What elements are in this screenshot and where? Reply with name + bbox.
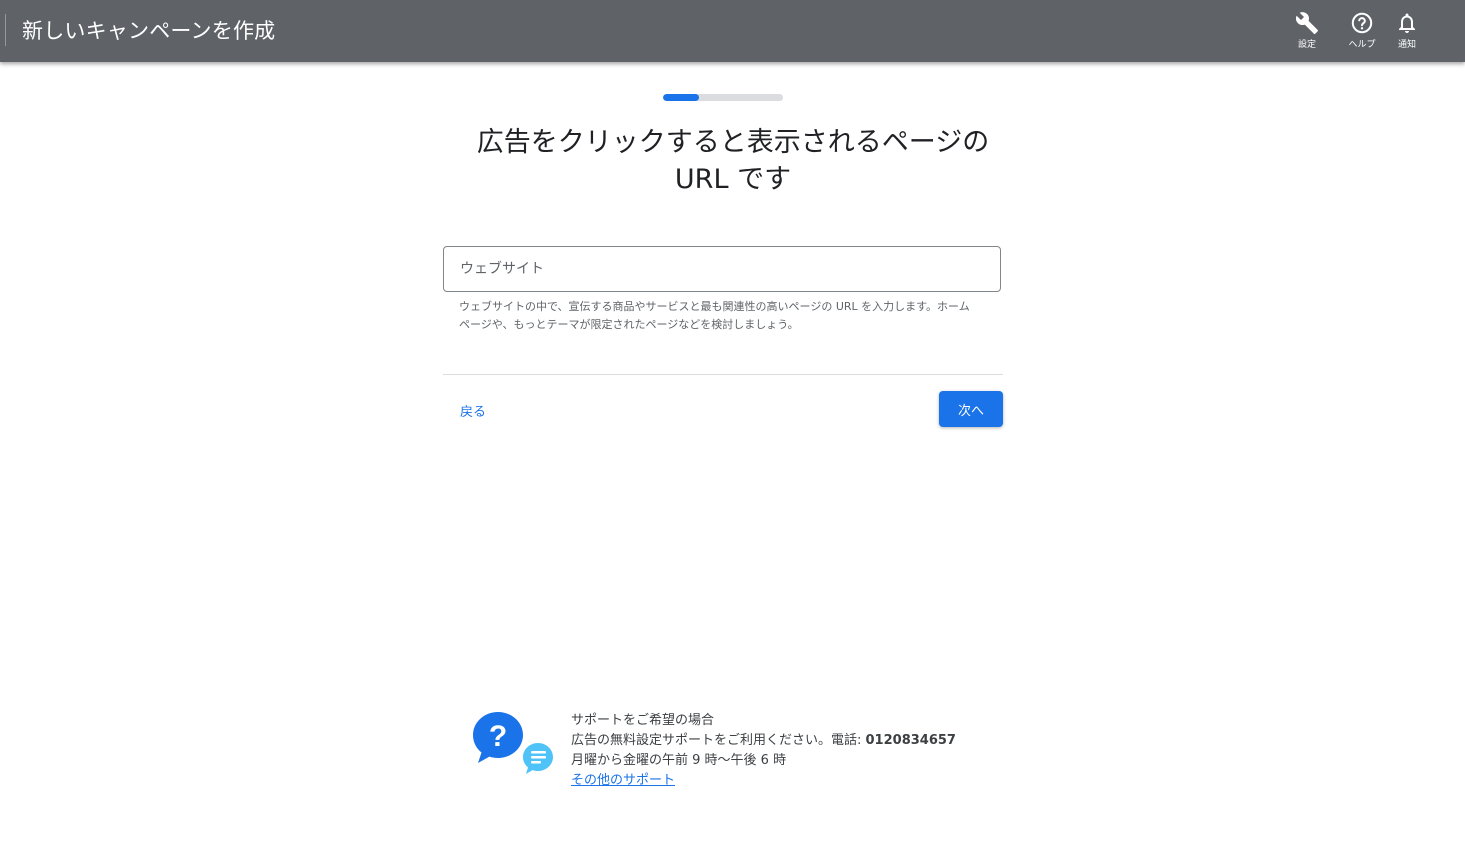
support-phone-number: 0120834657 xyxy=(865,733,956,748)
step-heading: 広告をクリックすると表示されるページの URL です xyxy=(433,124,1033,198)
help-circle-icon xyxy=(1351,12,1373,34)
svg-text:?: ? xyxy=(489,720,507,753)
wrench-icon xyxy=(1295,12,1318,34)
settings-button[interactable]: 設定 xyxy=(1283,10,1331,56)
help-button[interactable]: ヘルプ xyxy=(1338,10,1386,56)
support-hours: 月曜から金曜の午前 9 時～午後 6 時 xyxy=(571,753,787,768)
step-heading-line2: URL です xyxy=(674,164,792,195)
page-title: 新しいキャンペーンを作成 xyxy=(22,19,276,43)
back-button[interactable]: 戻る xyxy=(460,401,486,420)
step-progress-fill xyxy=(663,94,699,101)
question-bubble-icon: ? xyxy=(473,712,555,775)
form-divider xyxy=(443,374,1003,375)
step-progress-bar xyxy=(663,94,783,101)
top-app-bar: 新しいキャンペーンを作成 設定 ヘルプ 通知 xyxy=(0,0,1465,62)
next-button[interactable]: 次へ xyxy=(939,391,1003,427)
support-phone-prefix: 広告の無料設定サポートをご利用ください。電話: xyxy=(571,733,866,748)
website-helper-text: ウェブサイトの中で、宣伝する商品やサービスと最も関連性の高いページの URL を… xyxy=(459,300,970,331)
help-label: ヘルプ xyxy=(1348,40,1376,50)
support-illustration: ? xyxy=(470,708,560,780)
chat-bubble-icon xyxy=(521,741,555,775)
more-support-link[interactable]: その他のサポート xyxy=(571,773,675,788)
notifications-label: 通知 xyxy=(1397,40,1416,50)
bell-icon xyxy=(1399,13,1415,33)
website-url-input[interactable] xyxy=(443,246,1001,292)
support-title: サポートをご希望の場合 xyxy=(571,713,715,728)
notifications-button[interactable]: 通知 xyxy=(1383,10,1431,56)
support-info: サポートをご希望の場合 広告の無料設定サポートをご利用ください。電話: 0120… xyxy=(571,711,956,791)
support-phone-line: 広告の無料設定サポートをご利用ください。電話: 0120834657 xyxy=(571,731,956,751)
app-bar-divider xyxy=(5,14,6,46)
step-heading-line1: 広告をクリックすると表示されるページの xyxy=(476,127,990,158)
settings-label: 設定 xyxy=(1297,40,1316,50)
